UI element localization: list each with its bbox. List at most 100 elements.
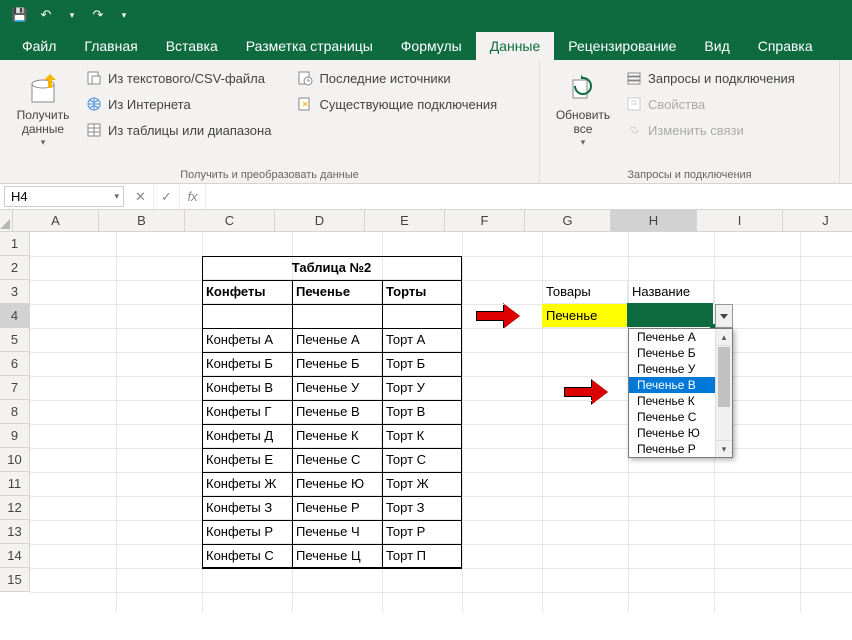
cell-E7[interactable]: Торт У (382, 376, 462, 400)
tab-вид[interactable]: Вид (690, 32, 743, 60)
cell-C9[interactable]: Конфеты Д (202, 424, 292, 448)
recent-sources-button[interactable]: Последние источники (293, 68, 501, 88)
row-header-3[interactable]: 3 (0, 280, 30, 304)
col-header-E[interactable]: E (365, 210, 445, 232)
cell-E3[interactable]: Торты (382, 280, 462, 304)
col-header-C[interactable]: C (185, 210, 275, 232)
row-header-14[interactable]: 14 (0, 544, 30, 568)
validation-dropdown-list[interactable]: Печенье АПеченье БПеченье УПеченье ВПече… (628, 328, 733, 458)
formula-input[interactable] (206, 184, 852, 209)
cell-D8[interactable]: Печенье В (292, 400, 382, 424)
cell-C11[interactable]: Конфеты Ж (202, 472, 292, 496)
cell-D12[interactable]: Печенье Р (292, 496, 382, 520)
tab-вставка[interactable]: Вставка (152, 32, 232, 60)
row-header-8[interactable]: 8 (0, 400, 30, 424)
csv-icon (86, 70, 102, 86)
get-data-icon (26, 68, 60, 108)
validation-dropdown-button[interactable] (715, 304, 733, 328)
cell-E13[interactable]: Торт Р (382, 520, 462, 544)
cell-C14[interactable]: Конфеты С (202, 544, 292, 568)
tab-разметка страницы[interactable]: Разметка страницы (232, 32, 387, 60)
row-header-4[interactable]: 4 (0, 304, 30, 328)
save-icon[interactable]: 💾 (8, 3, 32, 27)
cell-C6[interactable]: Конфеты Б (202, 352, 292, 376)
cell-D11[interactable]: Печенье Ю (292, 472, 382, 496)
cell-D3[interactable]: Печенье (292, 280, 382, 304)
select-all-button[interactable] (0, 210, 13, 232)
tab-файл[interactable]: Файл (8, 32, 70, 60)
existing-connections-button[interactable]: Существующие подключения (293, 94, 501, 114)
cell-H3[interactable]: Название (628, 280, 714, 304)
tab-формулы[interactable]: Формулы (387, 32, 476, 60)
cell-G4[interactable]: Печенье (542, 304, 628, 328)
row-header-5[interactable]: 5 (0, 328, 30, 352)
cell-E5[interactable]: Торт А (382, 328, 462, 352)
row-header-11[interactable]: 11 (0, 472, 30, 496)
cell-C10[interactable]: Конфеты Е (202, 448, 292, 472)
name-box-dropdown-icon[interactable]: ▾ (114, 191, 119, 202)
enter-formula-button[interactable]: ✓ (154, 184, 180, 209)
cell-D7[interactable]: Печенье У (292, 376, 382, 400)
undo-icon[interactable]: ↶ (34, 3, 58, 27)
row-header-1[interactable]: 1 (0, 232, 30, 256)
cell-E12[interactable]: Торт З (382, 496, 462, 520)
fx-button[interactable]: fx (180, 184, 206, 209)
row-header-15[interactable]: 15 (0, 568, 30, 592)
row-header-2[interactable]: 2 (0, 256, 30, 280)
row-header-13[interactable]: 13 (0, 520, 30, 544)
cell-D10[interactable]: Печенье С (292, 448, 382, 472)
queries-connections-button[interactable]: Запросы и подключения (622, 68, 799, 88)
cell-C12[interactable]: Конфеты З (202, 496, 292, 520)
col-header-A[interactable]: A (13, 210, 99, 232)
from-web-button[interactable]: Из Интернета (82, 94, 275, 114)
cell-E10[interactable]: Торт С (382, 448, 462, 472)
cell-D6[interactable]: Печенье Б (292, 352, 382, 376)
cell-D9[interactable]: Печенье К (292, 424, 382, 448)
row-header-10[interactable]: 10 (0, 448, 30, 472)
cell-G3[interactable]: Товары (542, 280, 628, 304)
name-box[interactable]: H4▾ (4, 186, 124, 207)
cell-C8[interactable]: Конфеты Г (202, 400, 292, 424)
qat-customize-icon[interactable]: ▾ (112, 3, 136, 27)
col-header-G[interactable]: G (525, 210, 611, 232)
group-label-transform: Получить и преобразовать данные (8, 167, 531, 181)
row-header-6[interactable]: 6 (0, 352, 30, 376)
cell-E6[interactable]: Торт Б (382, 352, 462, 376)
cell-E11[interactable]: Торт Ж (382, 472, 462, 496)
cell-C5[interactable]: Конфеты А (202, 328, 292, 352)
from-table-button[interactable]: Из таблицы или диапазона (82, 120, 275, 140)
cell-E9[interactable]: Торт К (382, 424, 462, 448)
tab-данные[interactable]: Данные (476, 32, 555, 60)
from-csv-button[interactable]: Из текстового/CSV-файла (82, 68, 275, 88)
cell-E14[interactable]: Торт П (382, 544, 462, 568)
row-header-7[interactable]: 7 (0, 376, 30, 400)
cell-D13[interactable]: Печенье Ч (292, 520, 382, 544)
undo-more-icon[interactable]: ▾ (60, 3, 84, 27)
cell-D5[interactable]: Печенье А (292, 328, 382, 352)
web-icon (86, 96, 102, 112)
refresh-all-button[interactable]: Обновить все ▾ (548, 64, 618, 167)
col-header-I[interactable]: I (697, 210, 783, 232)
col-header-J[interactable]: J (783, 210, 852, 232)
row-header-9[interactable]: 9 (0, 424, 30, 448)
redo-icon[interactable]: ↷ (86, 3, 110, 27)
cancel-formula-button[interactable]: ✕ (128, 184, 154, 209)
dropdown-scrollbar[interactable] (715, 329, 732, 457)
cell-D14[interactable]: Печенье Ц (292, 544, 382, 568)
cell-C3[interactable]: Конфеты (202, 280, 292, 304)
tab-главная[interactable]: Главная (70, 32, 151, 60)
table-title[interactable]: Таблица №2 (202, 256, 462, 280)
cell-E8[interactable]: Торт В (382, 400, 462, 424)
col-header-H[interactable]: H (611, 210, 697, 232)
active-cell[interactable] (627, 303, 713, 327)
col-header-B[interactable]: B (99, 210, 185, 232)
row-header-12[interactable]: 12 (0, 496, 30, 520)
col-header-D[interactable]: D (275, 210, 365, 232)
tab-справка[interactable]: Справка (744, 32, 827, 60)
tab-рецензирование[interactable]: Рецензирование (554, 32, 690, 60)
cell-C13[interactable]: Конфеты Р (202, 520, 292, 544)
get-data-button[interactable]: Получить данные ▾ (8, 64, 78, 167)
cell-C7[interactable]: Конфеты В (202, 376, 292, 400)
ribbon-body: Получить данные ▾ Из текстового/CSV-файл… (0, 60, 852, 184)
col-header-F[interactable]: F (445, 210, 525, 232)
